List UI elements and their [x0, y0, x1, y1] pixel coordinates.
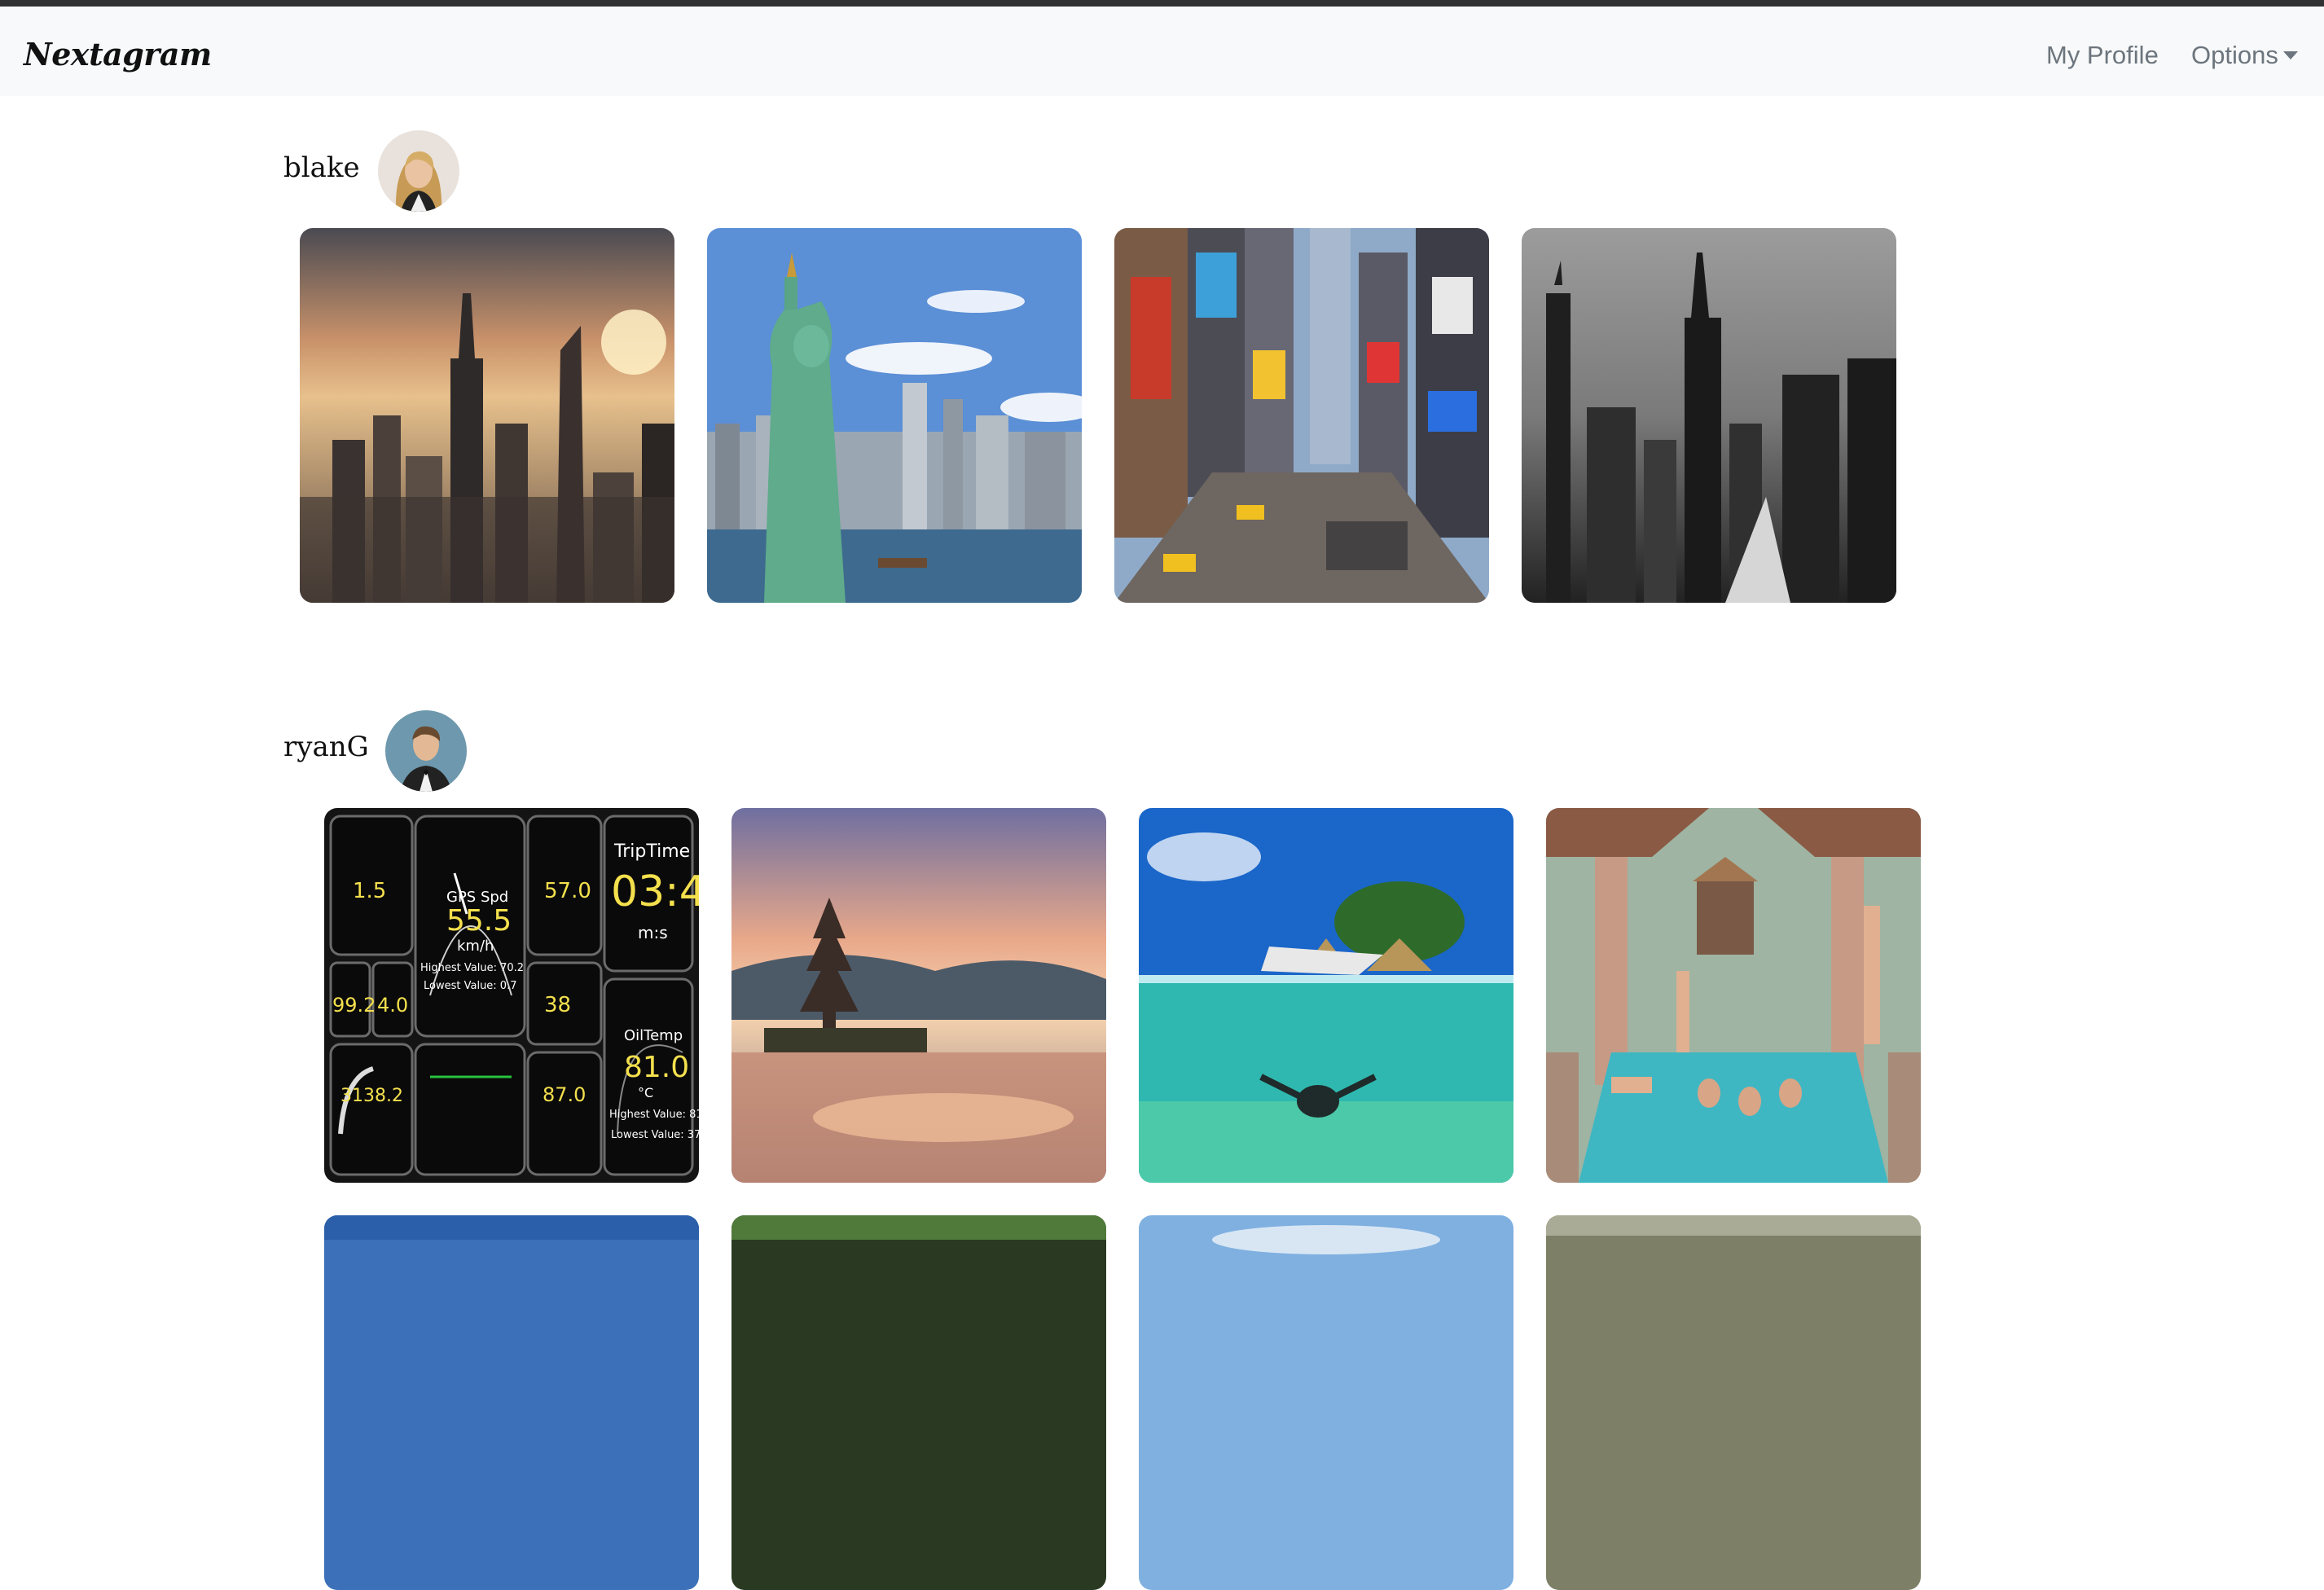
brand-logo[interactable]: Nextagram — [24, 36, 212, 72]
dash-gps-high: Highest Value: 70.2 — [420, 962, 524, 974]
username-label[interactable]: ryanG — [283, 731, 369, 763]
dash-gps-label: GPS Spd — [446, 889, 508, 906]
dash-gps-unit: km/h — [457, 938, 494, 955]
dash-gps-low: Lowest Value: 0.7 — [424, 980, 517, 992]
dash-oil-unit: °C — [638, 1085, 653, 1100]
caret-down-icon — [2282, 51, 2298, 59]
dash-oil-high: Highest Value: 81.0 — [609, 1109, 699, 1121]
post-photo[interactable] — [1114, 228, 1489, 603]
navbar: Nextagram My Profile Options — [0, 7, 2324, 96]
post-photo[interactable] — [731, 808, 1106, 1183]
options-label: Options — [2191, 41, 2278, 69]
dash-oil-value: 81.0 — [624, 1051, 689, 1084]
post-photo[interactable] — [1546, 1215, 1921, 1590]
dash-intake: 38 — [544, 993, 571, 1017]
user-avatar[interactable] — [385, 710, 467, 792]
post-photo[interactable] — [731, 1215, 1106, 1590]
dash-trip-time-label: TripTime — [613, 841, 690, 862]
dash-oil-label: OilTemp — [624, 1027, 683, 1044]
post-photo[interactable] — [1546, 808, 1921, 1183]
post-photo[interactable] — [1139, 1215, 1513, 1590]
dash-oil-low: Lowest Value: 37.0 — [611, 1129, 699, 1141]
dash-coolant: 87.0 — [543, 1083, 586, 1106]
dash-gps-sat: 4.0 — [377, 994, 408, 1017]
user-avatar[interactable] — [378, 130, 459, 212]
post-photo[interactable] — [1139, 808, 1513, 1183]
post-photo[interactable] — [707, 228, 1082, 603]
username-label[interactable]: blake — [283, 152, 360, 184]
post-photo[interactable] — [324, 1215, 699, 1590]
my-profile-link[interactable]: My Profile — [2046, 41, 2159, 70]
dash-gps-value: 55.5 — [446, 904, 512, 938]
dash-spd-diff: 1.5 — [353, 879, 386, 903]
window-top-border — [0, 0, 2324, 7]
dash-trip-time-unit: m:s — [638, 923, 668, 942]
post-photo[interactable] — [300, 228, 674, 603]
post-photo[interactable] — [1522, 228, 1896, 603]
dash-fuel: 99.2 — [332, 994, 376, 1017]
dash-speed: 57.0 — [544, 879, 591, 903]
options-dropdown[interactable]: Options — [2191, 41, 2298, 70]
dash-revs: 3138.2 — [340, 1086, 403, 1106]
dash-trip-time-value: 03:47 — [611, 867, 699, 916]
post-photo[interactable]: TripTime 03:47 m:s GPS Spd 55.5 km/h Hig… — [324, 808, 699, 1183]
